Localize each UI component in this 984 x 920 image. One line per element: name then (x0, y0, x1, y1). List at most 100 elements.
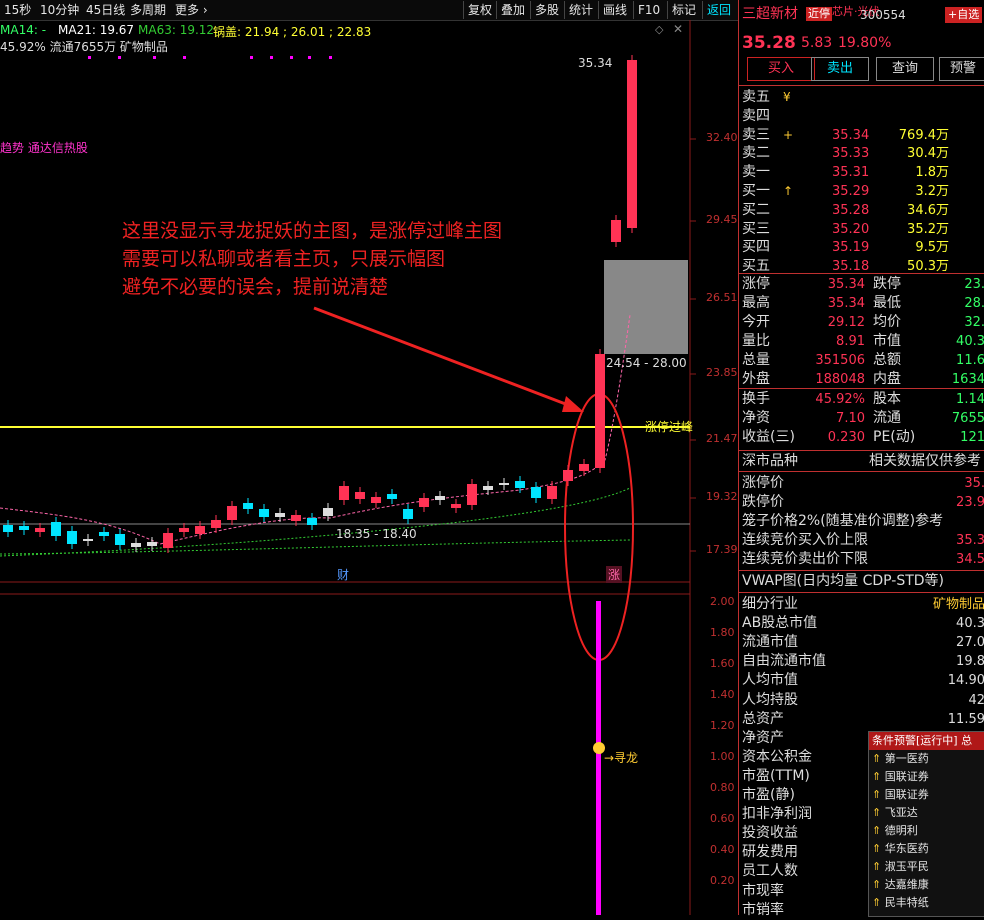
candle-body (211, 520, 221, 528)
condition-alert-panel[interactable]: 条件预警[运行中] 总 ⇑ 第一医药 ⇑ 国联证券 ⇑ 国联证券 ⇑ 飞亚达 ⇑ 德明利… (868, 731, 984, 917)
candle-body (323, 508, 333, 516)
ma21-label: MA21: 19.67 (58, 23, 135, 37)
stock-name[interactable]: 三超新材 (742, 5, 798, 24)
tab-45day[interactable]: 45日线 (86, 0, 125, 20)
tab-multi-period[interactable]: 多周期 (130, 0, 166, 20)
fundamental-label: 员工人数 (742, 863, 798, 880)
price-row: 35.28 5.83 19.80% (739, 32, 984, 54)
tab-15s[interactable]: 15秒 (4, 0, 31, 20)
more-menu[interactable]: 更多 › (175, 0, 208, 20)
query-button[interactable]: 查询 (876, 57, 934, 81)
huaxian-button[interactable]: 画线 (598, 1, 631, 19)
duogu-button[interactable]: 多股 (530, 1, 563, 19)
alert-stock-name: 国联证券 (884, 770, 929, 783)
candle-body (291, 515, 301, 521)
ma14-label: MA14: - (0, 23, 47, 37)
sell-level-row[interactable]: 卖一 35.31 1.8万 (739, 163, 984, 182)
alert-list-item[interactable]: ⇑ 华东医药 (869, 840, 984, 858)
stat-row: 涨停 35.34 跌停 23. (739, 275, 984, 294)
stat-label: 总额 (873, 352, 901, 368)
stat-label: 换手 (742, 391, 770, 407)
alert-list-item[interactable]: ⇑ 德明利 (869, 822, 984, 840)
limit-row: 连续竞价卖出价下限 34.5 (739, 550, 984, 569)
stat-label: 跌停 (873, 276, 901, 292)
cai-marker[interactable]: 财 (337, 566, 349, 583)
yellow-line-label: 涨停过峰 (645, 420, 694, 434)
candle-body (387, 494, 397, 499)
alert-button[interactable]: 预警 (939, 57, 984, 81)
sell-level-row[interactable]: 卖三 +35.34 769.4万 (739, 126, 984, 145)
level-mark: + (783, 127, 794, 142)
fundamental-label: 扣非净利润 (742, 806, 812, 823)
candle-body (35, 528, 45, 532)
alert-list-item[interactable]: ⇑ 国联证券 (869, 768, 984, 786)
buy-level-row[interactable]: 买三 35.20 35.2万 (739, 220, 984, 239)
biaoji-button[interactable]: 标记 (667, 1, 700, 19)
fuquan-button[interactable]: 复权 (463, 1, 496, 19)
stat-label: 流通 (873, 410, 901, 426)
up-arrow-icon: ⇑ (872, 788, 882, 801)
buy-button[interactable]: 买入 (747, 57, 815, 81)
separator (739, 471, 984, 472)
level-label: 买四 (742, 239, 770, 256)
add-favorite-button[interactable]: +自选 (945, 7, 983, 23)
buy-level-row[interactable]: 买一 ↑ 35.29 3.2万 (739, 182, 984, 201)
level-volume: 769.4万 (898, 127, 949, 143)
sell-level-row[interactable]: 卖二 35.33 30.4万 (739, 144, 984, 163)
limit-label: 连续竞价卖出价下限 (742, 551, 868, 567)
stat-value: 8.91 (836, 334, 865, 349)
alert-list-item[interactable]: ⇑ 飞亚达 (869, 804, 984, 822)
alert-list-item[interactable]: ⇑ 第一医药 (869, 750, 984, 768)
stat-row: 总量 351506 总额 11.6 (739, 351, 984, 370)
stat-label: 均价 (873, 314, 901, 330)
stat-value: 1.14 (956, 392, 984, 407)
price-change: 5.83 (801, 35, 833, 51)
kline-chart-area[interactable]: MA14: - MA21: 19.67 MA63: 19.12 锅盖: 21.9… (0, 20, 738, 915)
alert-list-item[interactable]: ⇑ 国联证券 (869, 786, 984, 804)
limit-label: 涨停价 (742, 475, 784, 491)
tab-10min[interactable]: 10分钟 (40, 0, 79, 20)
annotation-line2: 需要可以私聊或者看主页，只展示幅图 (122, 248, 446, 270)
sell-button[interactable]: 卖出 (811, 57, 869, 81)
zhang-marker[interactable]: 涨 (606, 566, 623, 583)
stat-label: 最高 (742, 295, 770, 311)
stat-label: 市值 (873, 333, 901, 349)
buy-level-row[interactable]: 买二 35.28 34.6万 (739, 201, 984, 220)
diejia-button[interactable]: 叠加 (496, 1, 529, 19)
level-price: 35.33 (832, 146, 870, 162)
sell-level-row[interactable]: 卖五 ¥ (739, 88, 984, 107)
limit-row: 连续竞价买入价上限 35.3 (739, 531, 984, 550)
limit-row: 跌停价 23.9 (739, 493, 984, 512)
alert-list: ⇑ 第一医药 ⇑ 国联证券 ⇑ 国联证券 ⇑ 飞亚达 ⇑ 德明利 ⇑ 华东医药 ⇑ 淑玉平民… (869, 750, 984, 912)
candle-body (371, 497, 381, 503)
back-button[interactable]: 返回 (702, 1, 735, 19)
tongji-button[interactable]: 统计 (564, 1, 597, 19)
buy-level-row[interactable]: 买四 35.19 9.5万 (739, 238, 984, 257)
stat-label: 涨停 (742, 276, 770, 292)
candle-body (483, 486, 493, 490)
candle-body (115, 534, 125, 545)
stat-row: 最高 35.34 最低 28. (739, 294, 984, 313)
fundamental-row: AB股总市值 40.3 (739, 614, 984, 633)
alert-stock-name: 德明利 (884, 824, 918, 837)
sell-level-row[interactable]: 卖四 (739, 107, 984, 126)
f10-button[interactable]: F10 (633, 1, 664, 19)
level-price: 35.19 (832, 240, 870, 256)
low-range-label: 18.35 - 18.40 (336, 527, 417, 541)
stat-label: 外盘 (742, 371, 770, 387)
fundamental-label: 研发费用 (742, 844, 798, 861)
alert-list-item[interactable]: ⇑ 民丰特纸 (869, 894, 984, 912)
market-header: 深市品种 相关数据仅供参考 (739, 452, 984, 471)
vwap-label[interactable]: VWAP图(日内均量 CDP-STD等) (742, 572, 944, 591)
alert-list-item[interactable]: ⇑ 达嘉维康 (869, 876, 984, 894)
alert-list-item[interactable]: ⇑ 淑玉平民 (869, 858, 984, 876)
up-arrow-icon: ⇑ (872, 824, 882, 837)
level-label: 卖二 (742, 145, 770, 162)
vwap-row[interactable]: VWAP图(日内均量 CDP-STD等) (739, 572, 984, 591)
close-icon[interactable]: ✕ (673, 22, 683, 36)
diamond-icon[interactable]: ◇ (655, 23, 663, 36)
candle-body (179, 528, 189, 532)
limit-value: 35.3 (956, 533, 984, 548)
alert-panel-title[interactable]: 条件预警[运行中] 总 (869, 732, 984, 750)
limit-label: 笼子价格2%(随基准价调整)参考 (742, 513, 944, 529)
